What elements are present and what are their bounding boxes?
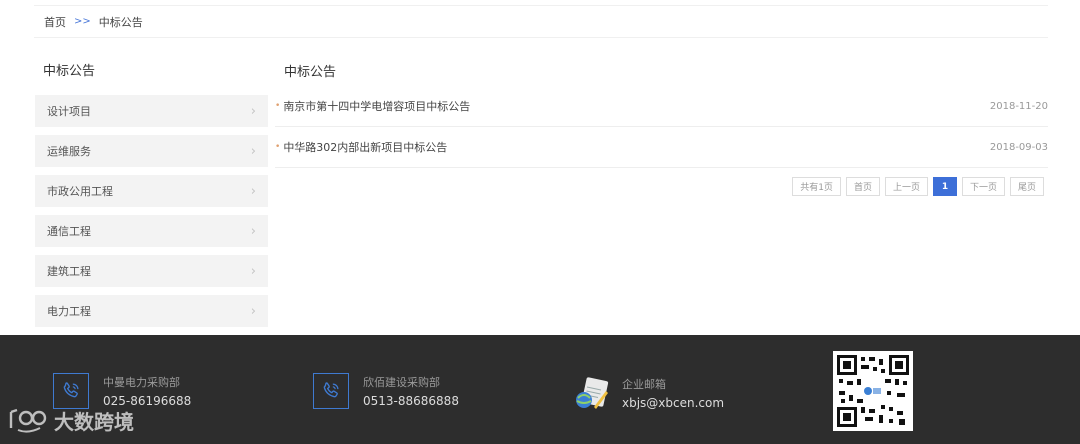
prev-page-button[interactable]: 上一页 <box>884 177 928 196</box>
watermark-text: 大数跨境 <box>54 410 134 434</box>
next-page-button[interactable]: 下一页 <box>961 177 1005 196</box>
pagination: 共有1页 首页 上一页 1 下一页 尾页 <box>792 177 1044 196</box>
contact-label: 企业邮箱 <box>622 378 666 391</box>
sidebar-item-municipal[interactable]: 市政公用工程 › <box>35 175 268 207</box>
news-link[interactable]: • 南京市第十四中学电增容项目中标公告 <box>275 98 470 114</box>
chevron-right-icon: › <box>250 263 256 279</box>
news-title: 南京市第十四中学电增容项目中标公告 <box>283 100 471 113</box>
bullet-icon: • <box>275 101 281 111</box>
news-date: 2018-09-03 <box>989 141 1048 153</box>
sidebar-item-label: 运维服务 <box>47 145 91 158</box>
watermark: 大数跨境 <box>8 406 134 435</box>
phone-icon <box>313 373 349 409</box>
current-page-button[interactable]: 1 <box>932 177 957 196</box>
news-list: • 南京市第十四中学电增容项目中标公告 2018-11-20 • 中华路302内… <box>275 86 1048 168</box>
sidebar-item-construction[interactable]: 建筑工程 › <box>35 255 268 287</box>
contact-phone: 0513-88686888 <box>363 394 459 408</box>
contact-label: 欣佰建设采购部 <box>363 376 440 389</box>
footer: 中曼电力采购部 025-86196688 欣佰建设采购部 0513-886868… <box>0 335 1080 444</box>
contact-zhongman: 中曼电力采购部 025-86196688 <box>53 373 191 409</box>
chevron-right-icon: › <box>250 303 256 319</box>
contact-label: 中曼电力采购部 <box>103 376 180 389</box>
phone-icon <box>53 373 89 409</box>
news-title: 中华路302内部出新项目中标公告 <box>283 141 448 154</box>
list-item: • 中华路302内部出新项目中标公告 2018-09-03 <box>275 127 1048 168</box>
mail-icon <box>572 373 612 413</box>
sidebar-title: 中标公告 <box>43 64 96 79</box>
sidebar-item-telecom[interactable]: 通信工程 › <box>35 215 268 247</box>
sidebar-item-design[interactable]: 设计项目 › <box>35 95 268 127</box>
breadcrumb-separator: >> <box>74 16 91 27</box>
contact-xinbai: 欣佰建设采购部 0513-88686888 <box>313 373 459 409</box>
breadcrumb-home[interactable]: 首页 <box>44 14 66 30</box>
news-link[interactable]: • 中华路302内部出新项目中标公告 <box>275 139 447 155</box>
sidebar-item-power[interactable]: 电力工程 › <box>35 295 268 327</box>
page-total: 共有1页 <box>792 177 841 196</box>
bullet-icon: • <box>275 142 281 152</box>
breadcrumb: 首页 >> 中标公告 <box>34 5 1048 38</box>
first-page-button[interactable]: 首页 <box>845 177 880 196</box>
chevron-right-icon: › <box>250 183 256 199</box>
sidebar-item-label: 电力工程 <box>47 305 91 318</box>
contact-email: 企业邮箱 xbjs@xbcen.com <box>572 373 724 413</box>
breadcrumb-current: 中标公告 <box>98 15 143 29</box>
watermark-logo-icon <box>9 408 47 433</box>
chevron-right-icon: › <box>250 103 256 119</box>
sidebar-item-maintenance[interactable]: 运维服务 › <box>35 135 268 167</box>
page-title: 中标公告 <box>284 65 337 80</box>
chevron-right-icon: › <box>250 223 256 239</box>
chevron-right-icon: › <box>250 143 256 159</box>
news-date: 2018-11-20 <box>989 100 1048 112</box>
sidebar-item-label: 建筑工程 <box>47 265 91 278</box>
qr-code-icon <box>833 351 913 431</box>
list-item: • 南京市第十四中学电增容项目中标公告 2018-11-20 <box>275 86 1048 127</box>
sidebar-item-label: 通信工程 <box>47 225 91 238</box>
last-page-button[interactable]: 尾页 <box>1009 177 1044 196</box>
sidebar-menu: 设计项目 › 运维服务 › 市政公用工程 › 通信工程 › 建筑工程 › 电力工… <box>35 95 268 335</box>
sidebar-item-label: 市政公用工程 <box>47 185 113 198</box>
sidebar-item-label: 设计项目 <box>47 105 91 118</box>
contact-email-value[interactable]: xbjs@xbcen.com <box>622 396 724 410</box>
